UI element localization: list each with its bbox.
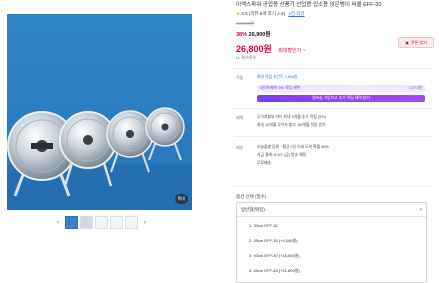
card-line-2[interactable]: 최대 10개월 무이자 할부 ·60개월 적용 받기: [257, 123, 325, 128]
delivery-line-1: 오늘출발 등록 · 평균 2일 이내 도착 확률 85%: [257, 145, 329, 149]
original-price: 43,000원: [236, 21, 254, 26]
naverpay-benefit-text: 네이버페이 5% 적립 혜택: [260, 86, 301, 90]
naverpay-benefit-amount: 1,073원: [409, 86, 422, 90]
product-main-image[interactable]: 확대: [7, 14, 192, 210]
sale-price: 26,900원: [248, 32, 271, 38]
discount-percent: 38%: [236, 32, 248, 38]
max-benefit-link[interactable]: 최대할인가 ~: [278, 48, 305, 54]
option-label: 옵션 선택 (필수): [236, 194, 267, 199]
benefits-points[interactable]: 최대 적립 포인트 2,818원: [257, 75, 298, 80]
coupon-button[interactable]: ▣ 쿠폰 받기: [398, 37, 434, 48]
option-item-4[interactable]: 4. 45cm EFF-45 (+21,800원): [249, 268, 300, 274]
divider: [234, 108, 434, 109]
divider: [234, 68, 434, 69]
coupon-label: 쿠폰 받기: [410, 39, 427, 45]
fan-small: [145, 107, 185, 161]
benefits-label: 적립: [236, 75, 244, 80]
membership-banner-text: 멤버십 가입하고 추가 적립 혜택 받기: [312, 96, 370, 100]
star-icon: ★: [236, 11, 241, 16]
rating-value: 4.5: [241, 11, 248, 16]
product-info: 이엑스파워 공업용 선풍기 산업용 업소용 앉은뱅이 써큘 EFF-30 ★ 4…: [234, 0, 434, 283]
divider: [234, 136, 434, 137]
chevron-up-icon: ˄: [419, 207, 422, 212]
review-count: (리뷰 6개 후기 4.5): [248, 11, 286, 16]
delivery-line-3: 무료배송: [257, 161, 271, 165]
thumbnail-4[interactable]: [110, 216, 123, 229]
delivery-line-2: 지금 결제 시 6/7 (금) 발송 예정: [257, 153, 307, 157]
thumb-next-icon[interactable]: ›: [140, 220, 150, 226]
card-line-1: 무이자할부 카드 최대 5개월 추가 적립 (5%): [257, 115, 326, 119]
thumbnail-3[interactable]: [95, 216, 108, 229]
review-link[interactable]: 2건 리뷰: [288, 11, 304, 16]
coupon-icon: ▣: [405, 40, 409, 45]
fans-illustration: [7, 107, 192, 210]
option-selected: 일반형(택일): [241, 206, 265, 212]
discount-row: 38% 26,900원: [236, 30, 270, 38]
product-gallery: 확대 ‹ ›: [0, 0, 228, 283]
zoom-badge[interactable]: 확대: [174, 194, 188, 204]
thumbnail-5[interactable]: [125, 216, 138, 229]
membership-banner[interactable]: 멤버십 가입하고 추가 적립 혜택 받기: [257, 95, 425, 102]
thumbnail-strip: ‹ ›: [53, 216, 150, 229]
delivery-label: 배송: [236, 145, 244, 150]
option-item-3[interactable]: 3. 40cm EFF-40 (+16,500원): [249, 253, 300, 259]
thumbnail-2[interactable]: [80, 216, 93, 229]
divider: [234, 186, 434, 187]
seller-name[interactable]: LL 위크하우: [236, 55, 256, 61]
final-price: 26,800원: [236, 44, 272, 54]
option-dropdown[interactable]: 일반형(택일) ˄ 1. 30cm EFF-30 2. 35cm EFF-35 …: [236, 202, 427, 283]
thumbnail-1[interactable]: [65, 216, 78, 229]
card-label: 혜택: [236, 115, 244, 120]
option-item-1[interactable]: 1. 30cm EFF-30: [249, 223, 278, 228]
rating-row: ★ 4.5 (리뷰 6개 후기 4.5) 2건 리뷰: [236, 11, 305, 17]
fan-medium: [106, 110, 154, 173]
option-item-2[interactable]: 2. 35cm EFF-35 (+4,000원): [249, 238, 297, 244]
thumb-prev-icon[interactable]: ‹: [53, 220, 63, 226]
product-title: 이엑스파워 공업용 선풍기 산업용 업소용 앉은뱅이 써큘 EFF-30: [236, 2, 382, 8]
naverpay-benefit-bar[interactable]: 네이버페이 5% 적립 혜택 1,073원: [257, 85, 425, 92]
option-dropdown-head[interactable]: 일반형(택일) ˄: [237, 203, 426, 217]
